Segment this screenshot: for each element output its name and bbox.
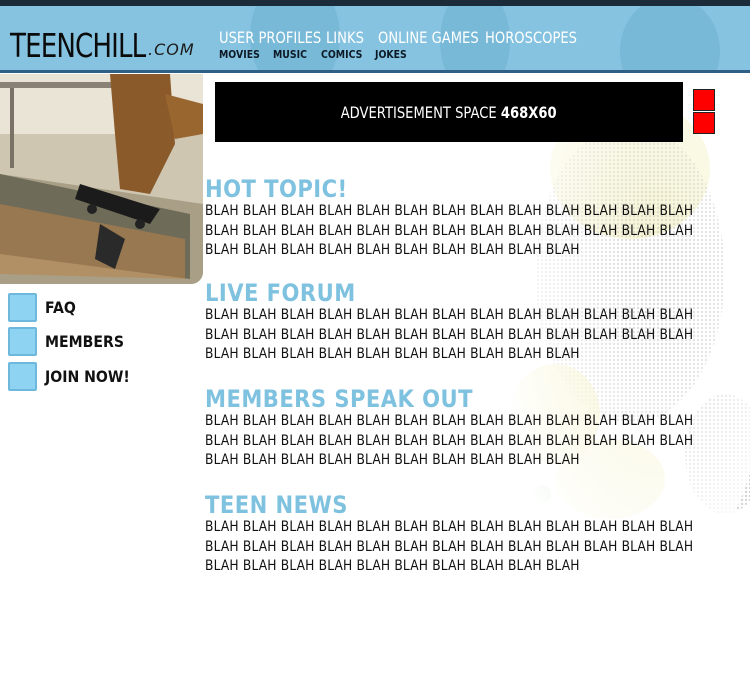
section-body: BLAH BLAH BLAH BLAH BLAH BLAH BLAH BLAH … <box>205 307 694 362</box>
header-divider <box>0 70 750 73</box>
nav-horoscopes[interactable]: HOROSCOPES <box>485 28 577 47</box>
section-title[interactable]: HOT TOPIC! <box>205 176 645 202</box>
sidebar-item-label: FAQ <box>45 298 76 317</box>
sidebar-item-members[interactable]: MEMBERS <box>8 327 135 356</box>
section-teen-news: TEEN NEWS BLAH BLAH BLAH BLAH BLAH BLAH … <box>205 492 705 577</box>
header-photo-deco <box>620 6 720 72</box>
square-bullet-icon <box>8 327 37 356</box>
red-square-button[interactable] <box>693 89 715 111</box>
logo-wordmark: TEENCHILL <box>10 26 146 65</box>
nav-user-profiles[interactable]: USER PROFILES <box>219 28 321 47</box>
section-body: BLAH BLAH BLAH BLAH BLAH BLAH BLAH BLAH … <box>205 413 694 468</box>
section-title[interactable]: TEEN NEWS <box>205 492 645 518</box>
square-bullet-icon <box>8 362 37 391</box>
ad-label-text: ADVERTISEMENT SPACE <box>341 102 498 122</box>
sidebar-item-faq[interactable]: FAQ <box>8 293 80 322</box>
site-header: TEENCHILL .COM USER PROFILES LINKS ONLIN… <box>0 6 750 72</box>
section-live-forum: LIVE FORUM BLAH BLAH BLAH BLAH BLAH BLAH… <box>205 280 705 365</box>
section-title[interactable]: MEMBERS SPEAK OUT <box>205 386 645 412</box>
ad-label: ADVERTISEMENT SPACE 468X60 <box>341 103 557 122</box>
hero-photo <box>0 74 203 284</box>
section-members-speak-out: MEMBERS SPEAK OUT BLAH BLAH BLAH BLAH BL… <box>205 386 705 471</box>
sidebar-item-label: JOIN NOW! <box>45 367 130 386</box>
nav-online-games[interactable]: ONLINE GAMES <box>378 28 479 47</box>
square-bullet-icon <box>8 293 37 322</box>
ad-banner[interactable]: ADVERTISEMENT SPACE 468X60 <box>215 82 683 142</box>
nav-music[interactable]: MUSIC <box>273 48 307 61</box>
sidebar-item-join-now[interactable]: JOIN NOW! <box>8 362 141 391</box>
section-body: BLAH BLAH BLAH BLAH BLAH BLAH BLAH BLAH … <box>205 519 694 574</box>
nav-links[interactable]: LINKS <box>326 28 364 47</box>
nav-jokes[interactable]: JOKES <box>375 48 407 61</box>
section-hot-topic: HOT TOPIC! BLAH BLAH BLAH BLAH BLAH BLAH… <box>205 176 705 261</box>
logo-domain: .COM <box>148 40 195 59</box>
ad-size: 468X60 <box>501 102 557 122</box>
nav-movies[interactable]: MOVIES <box>219 48 260 61</box>
red-square-button[interactable] <box>693 112 715 134</box>
site-logo[interactable]: TEENCHILL .COM <box>10 26 194 65</box>
nav-comics[interactable]: COMICS <box>321 48 362 61</box>
section-title[interactable]: LIVE FORUM <box>205 280 645 306</box>
sidebar-item-label: MEMBERS <box>45 332 124 351</box>
section-body: BLAH BLAH BLAH BLAH BLAH BLAH BLAH BLAH … <box>205 203 694 258</box>
